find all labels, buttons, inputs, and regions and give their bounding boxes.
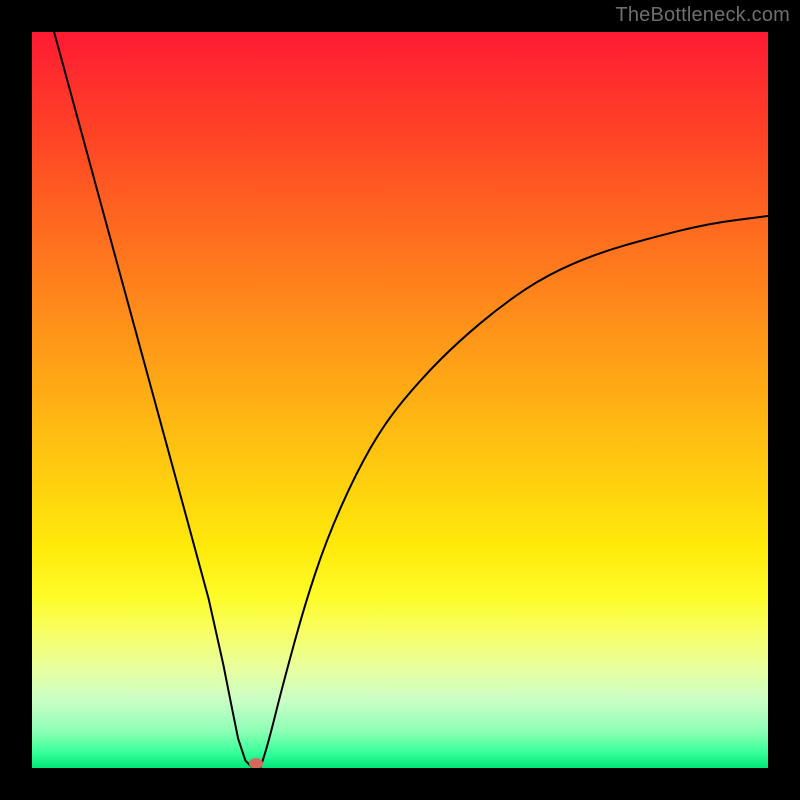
- bottleneck-curve: [32, 32, 768, 768]
- chart-frame: TheBottleneck.com: [0, 0, 800, 800]
- plot-area: [32, 32, 768, 768]
- watermark-text: TheBottleneck.com: [615, 4, 790, 27]
- trough-marker-icon: [249, 758, 263, 768]
